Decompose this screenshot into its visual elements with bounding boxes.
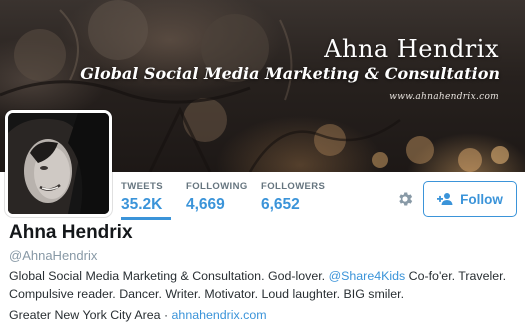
bio-mention-link[interactable]: @Share4Kids [329,269,406,283]
add-user-icon [437,192,453,206]
banner-title: Ahna Hendrix [324,35,499,63]
banner-subtitle: Global Social Media Marketing & Consulta… [80,64,500,83]
gear-icon [399,192,413,206]
stat-tweets-value: 35.2K [121,196,163,213]
stat-followers-value: 6,652 [261,196,300,213]
profile-handle[interactable]: @AhnaHendrix [9,248,97,263]
profile-bio: Global Social Media Marketing & Consulta… [9,267,519,303]
avatar[interactable] [5,110,112,217]
stat-following-label: FOLLOWING [186,181,248,192]
profile-location: Greater New York City Area [9,308,161,322]
stat-tweets-label: TWEETS [121,181,163,192]
follow-button-label: Follow [460,191,503,207]
meta-separator: · [160,308,172,322]
stat-followers-label: FOLLOWERS [261,181,326,192]
avatar-photo [8,113,109,214]
profile-website-link[interactable]: ahnahendrix.com [172,308,267,322]
active-tab-indicator [121,217,171,220]
stat-following-value: 4,669 [186,196,225,213]
banner-url: www.ahnahendrix.com [389,92,499,102]
gear-button[interactable] [394,188,416,210]
stat-tweets[interactable]: TWEETS 35.2K [121,181,163,214]
bio-text-1: Global Social Media Marketing & Consulta… [9,269,329,283]
stat-following[interactable]: FOLLOWING 4,669 [186,181,248,214]
follow-button[interactable]: Follow [423,181,517,217]
profile-name[interactable]: Ahna Hendrix [9,222,133,244]
profile-meta: Greater New York City Area · ahnahendrix… [9,308,267,322]
stat-followers[interactable]: FOLLOWERS 6,652 [261,181,325,214]
